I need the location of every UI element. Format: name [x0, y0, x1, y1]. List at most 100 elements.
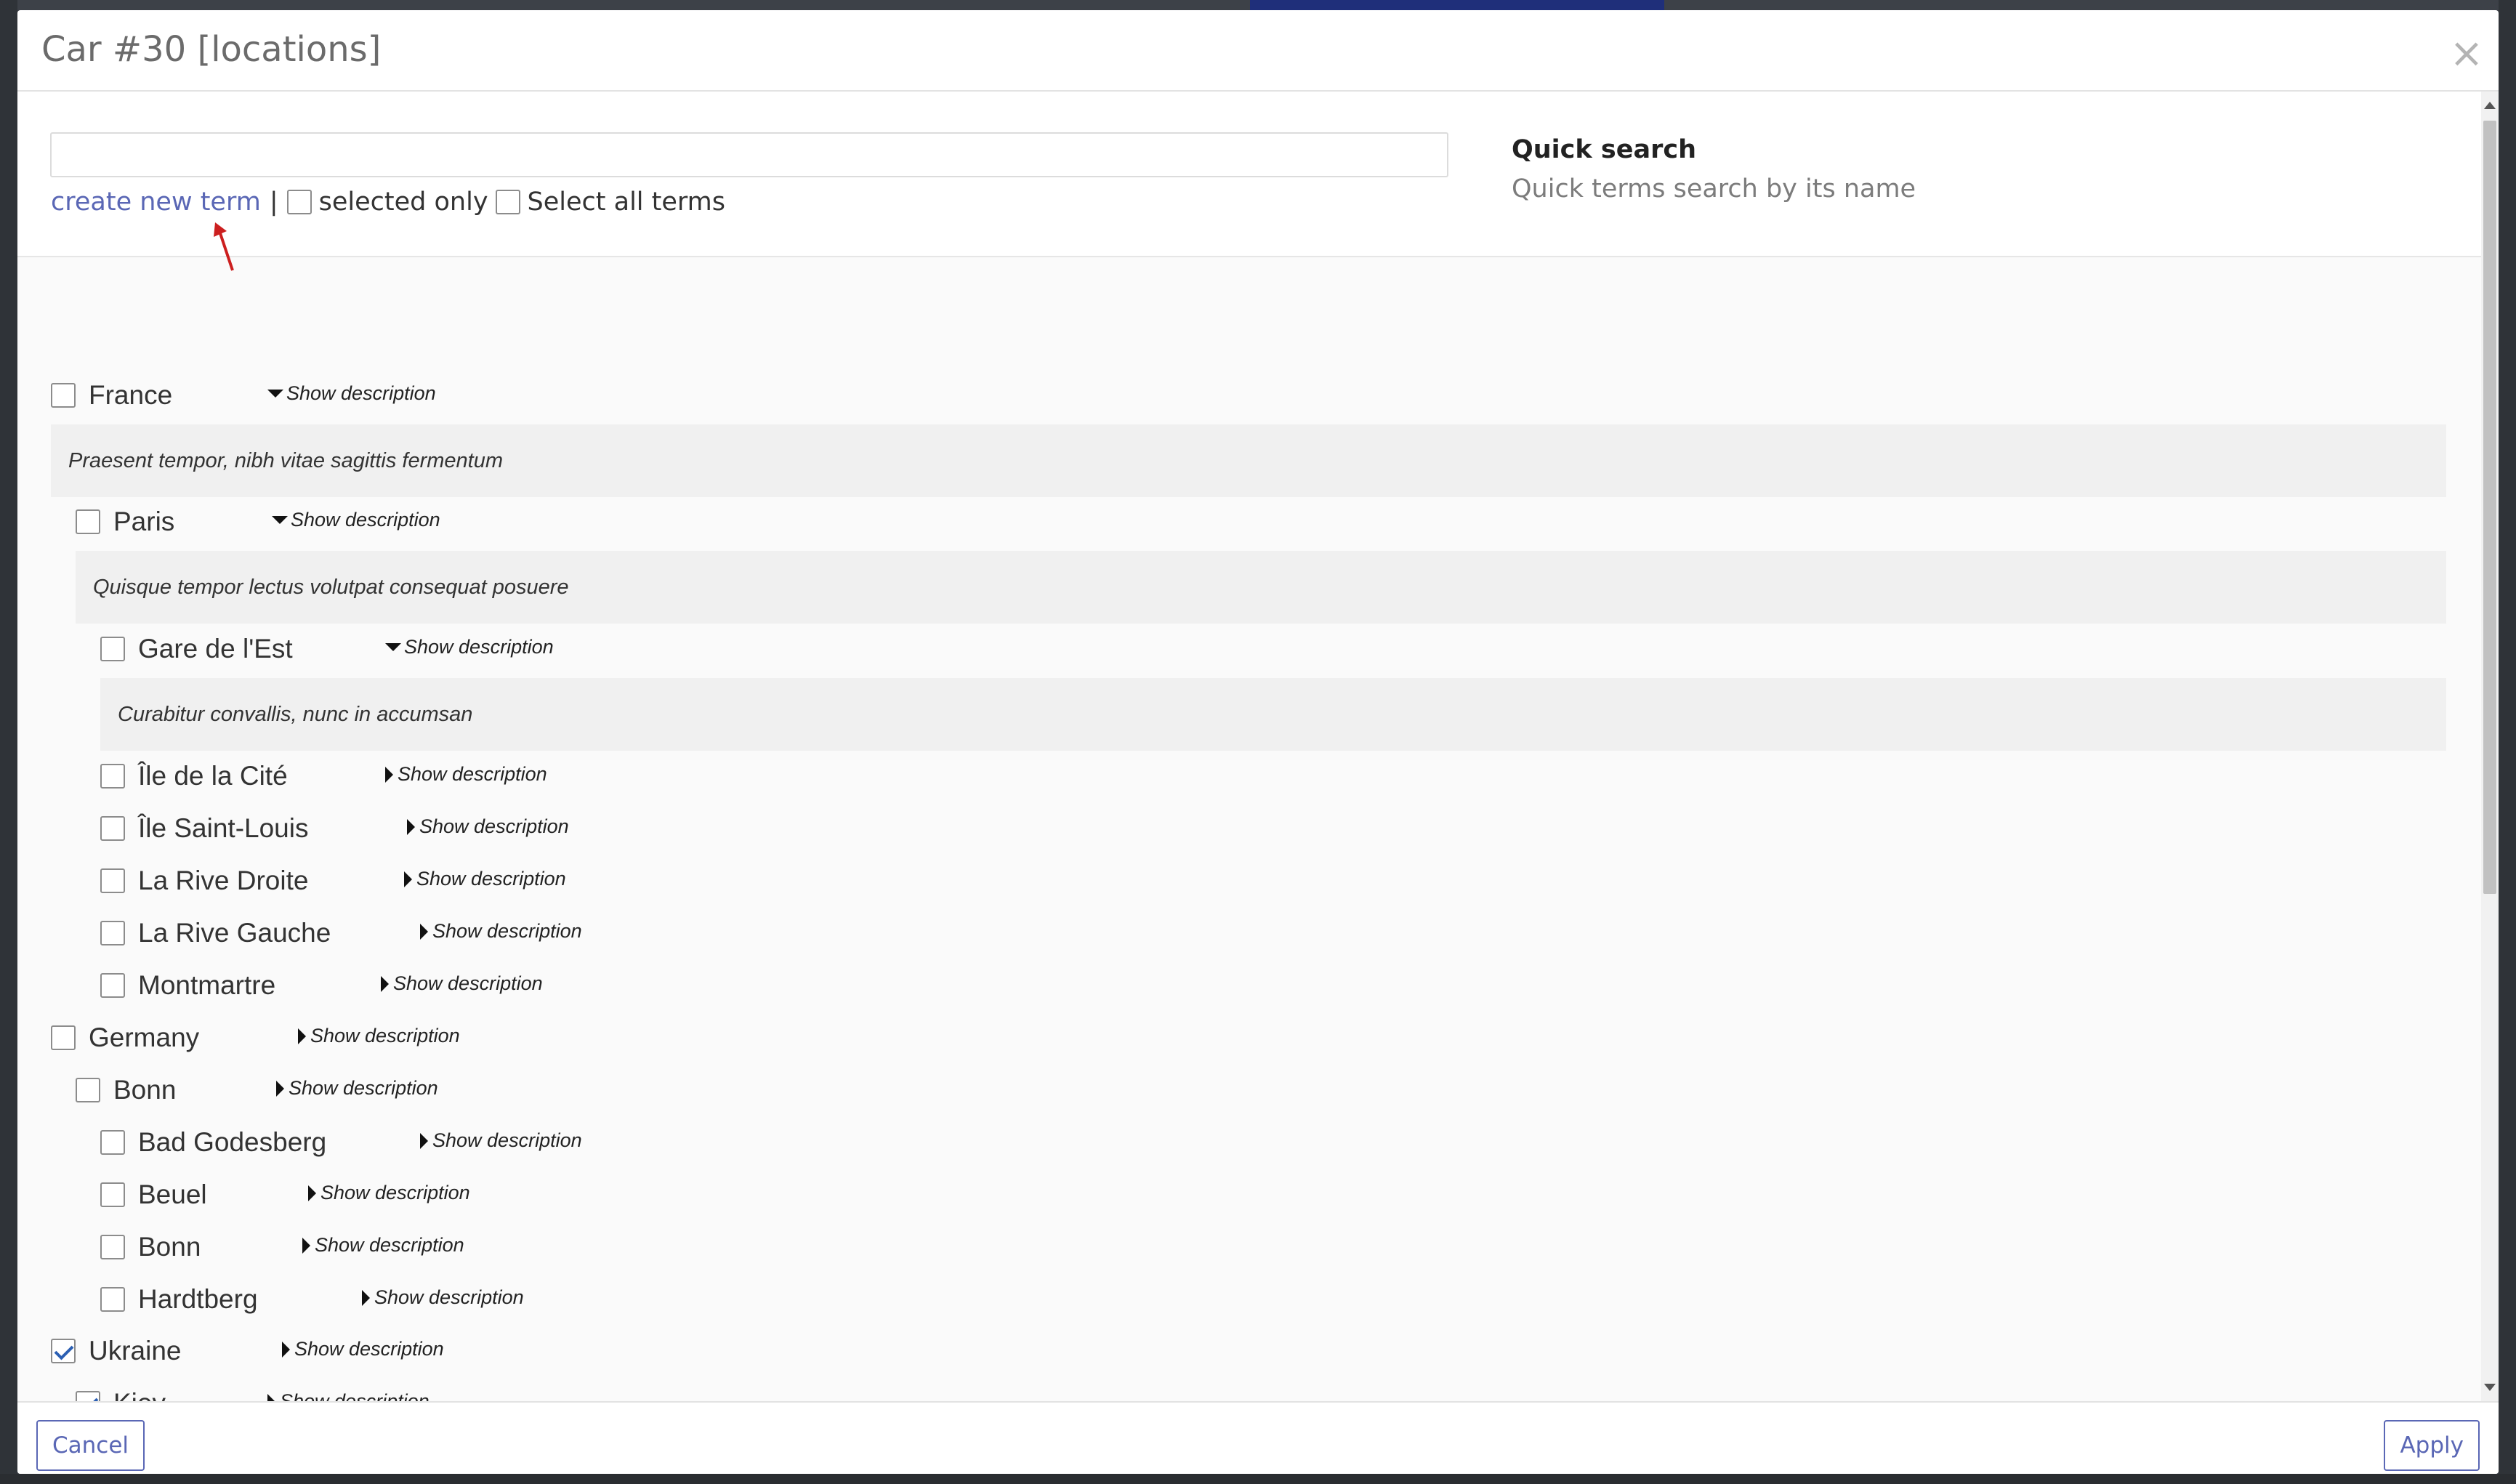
show-description-label: Show description	[310, 1025, 460, 1047]
term-description: Quisque tempor lectus volutpat consequat…	[76, 551, 2446, 624]
term-row: Beuel	[100, 1173, 207, 1217]
term-checkbox[interactable]	[100, 1287, 125, 1312]
caret-right-icon	[298, 1028, 306, 1044]
term-checkbox[interactable]	[100, 921, 125, 945]
background-page-right	[2499, 0, 2516, 1484]
show-description-toggle[interactable]: Show description	[385, 636, 554, 658]
apply-button[interactable]: Apply	[2384, 1420, 2480, 1471]
show-description-label: Show description	[432, 920, 582, 942]
term-row: Montmartre	[100, 964, 275, 1007]
caret-right-icon	[420, 1132, 428, 1149]
show-description-toggle[interactable]: Show description	[420, 920, 582, 943]
term-description: Curabitur convallis, nunc in accumsan	[100, 678, 2446, 751]
show-description-toggle[interactable]: Show description	[276, 1077, 438, 1100]
show-description-toggle[interactable]: Show description	[420, 1129, 582, 1152]
term-checkbox[interactable]	[100, 868, 125, 893]
term-name: France	[89, 380, 173, 410]
term-description: Praesent tempor, nibh vitae sagittis fer…	[51, 424, 2446, 497]
scroll-thumb[interactable]	[2483, 121, 2496, 894]
selected-only-label: selected only	[318, 187, 488, 217]
search-input[interactable]	[50, 132, 1448, 177]
term-name: Hardtberg	[138, 1284, 258, 1314]
show-description-toggle[interactable]: Show description	[308, 1182, 470, 1204]
show-description-label: Show description	[286, 382, 436, 404]
caret-down-icon	[272, 516, 288, 524]
show-description-toggle[interactable]: Show description	[404, 868, 566, 890]
term-checkbox[interactable]	[100, 764, 125, 789]
show-description-toggle[interactable]: Show description	[381, 972, 543, 995]
scroll-up-arrow-icon[interactable]	[2484, 102, 2496, 109]
show-description-toggle[interactable]: Show description	[385, 763, 547, 786]
caret-down-icon	[267, 390, 283, 398]
term-row: Gare de l'Est	[100, 627, 293, 671]
show-description-toggle[interactable]: Show description	[362, 1286, 524, 1309]
caret-down-icon	[385, 643, 401, 651]
selected-only-checkbox[interactable]	[286, 190, 312, 214]
term-row: Île de la Cité	[100, 754, 288, 798]
term-tree: France Show description Praesent tempor, n…	[17, 257, 2481, 1401]
term-checkbox[interactable]	[51, 1025, 76, 1050]
show-description-toggle[interactable]: Show description	[267, 1390, 430, 1401]
term-row: Île Saint-Louis	[100, 807, 308, 850]
separator: |	[269, 187, 278, 217]
search-panel: create new term | selected only Select a…	[17, 92, 2481, 271]
term-name: La Rive Gauche	[138, 918, 331, 948]
caret-right-icon	[276, 1080, 284, 1097]
term-name: Ukraine	[89, 1336, 182, 1366]
caret-right-icon	[308, 1185, 316, 1201]
caret-right-icon	[267, 1393, 275, 1401]
caret-right-icon	[282, 1341, 290, 1358]
term-checkbox[interactable]	[76, 509, 100, 534]
show-description-toggle[interactable]: Show description	[302, 1234, 464, 1257]
term-row: Ukraine	[51, 1329, 182, 1373]
term-checkbox[interactable]	[76, 1078, 100, 1102]
modal-body: create new term | selected only Select a…	[17, 92, 2481, 1401]
term-checkbox[interactable]	[100, 637, 125, 661]
show-description-label: Show description	[315, 1234, 464, 1256]
term-checkbox[interactable]	[100, 973, 125, 998]
select-all-checkbox[interactable]	[495, 190, 520, 214]
term-name: Beuel	[138, 1179, 207, 1209]
term-row: Bad Godesberg	[100, 1121, 326, 1164]
show-description-toggle[interactable]: Show description	[272, 509, 440, 531]
term-checkbox[interactable]	[51, 383, 76, 408]
controls-row: create new term | selected only Select a…	[51, 180, 733, 224]
term-checkbox[interactable]	[76, 1391, 100, 1401]
term-row: Bonn	[76, 1068, 176, 1112]
term-checkbox[interactable]	[100, 1235, 125, 1259]
scroll-down-arrow-icon[interactable]	[2484, 1384, 2496, 1391]
show-description-toggle[interactable]: Show description	[267, 382, 436, 405]
term-row: Kiev	[76, 1382, 166, 1401]
background-page-bottom	[0, 1474, 2516, 1484]
term-name: Île de la Cité	[138, 761, 288, 791]
term-name: Bonn	[138, 1232, 201, 1262]
show-description-label: Show description	[404, 636, 554, 658]
create-new-term-link[interactable]: create new term	[51, 187, 261, 217]
term-row: Paris	[76, 500, 174, 544]
show-description-toggle[interactable]: Show description	[282, 1338, 444, 1360]
term-name: Gare de l'Est	[138, 634, 293, 664]
term-checkbox[interactable]	[100, 816, 125, 841]
scrollbar[interactable]	[2481, 92, 2499, 1401]
modal-header: Car #30 [locations] ×	[17, 10, 2499, 92]
show-description-toggle[interactable]: Show description	[407, 815, 569, 838]
term-row: La Rive Droite	[100, 859, 308, 903]
caret-right-icon	[385, 766, 393, 783]
term-row: Hardtberg	[100, 1278, 258, 1321]
cancel-button[interactable]: Cancel	[36, 1420, 145, 1471]
caret-right-icon	[407, 818, 415, 835]
term-checkbox[interactable]	[51, 1339, 76, 1363]
show-description-label: Show description	[374, 1286, 524, 1308]
caret-right-icon	[302, 1237, 310, 1254]
show-description-label: Show description	[280, 1390, 430, 1401]
term-row: La Rive Gauche	[100, 911, 331, 955]
caret-right-icon	[362, 1289, 370, 1306]
term-checkbox[interactable]	[100, 1182, 125, 1207]
term-name: Paris	[113, 507, 175, 536]
show-description-toggle[interactable]: Show description	[298, 1025, 460, 1047]
close-icon[interactable]: ×	[2448, 33, 2485, 74]
term-name: Kiev	[113, 1388, 166, 1401]
caret-right-icon	[420, 923, 428, 940]
term-checkbox[interactable]	[100, 1130, 125, 1155]
term-row: Germany	[51, 1016, 199, 1060]
